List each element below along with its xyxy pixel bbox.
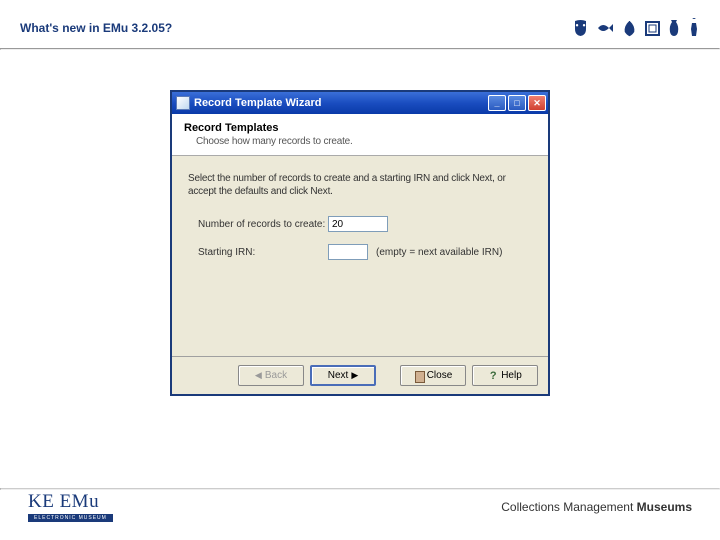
starting-irn-input[interactable] (328, 244, 368, 260)
starting-irn-row: Starting IRN: (empty = next available IR… (188, 244, 532, 260)
wizard-window: Record Template Wizard _ □ ✕ Record Temp… (170, 90, 550, 396)
vase-icon (668, 19, 680, 37)
help-button-label: Help (501, 370, 522, 381)
door-icon (414, 370, 424, 382)
starting-irn-hint: (empty = next available IRN) (376, 247, 502, 258)
slide-title: What's new in EMu 3.2.05? (20, 21, 172, 35)
wizard-body: Select the number of records to create a… (172, 156, 548, 356)
wizard-section-title: Record Templates (184, 122, 536, 134)
mask-icon (573, 19, 588, 37)
num-records-label: Number of records to create: (198, 219, 328, 230)
back-button[interactable]: ◀ Back (238, 365, 304, 386)
maximize-button[interactable]: □ (508, 95, 526, 111)
wizard-footer: ◀ Back Next ▶ Close ? Help (172, 356, 548, 394)
num-records-input[interactable] (328, 216, 388, 232)
close-button[interactable]: Close (400, 365, 466, 386)
app-icon (176, 96, 190, 110)
slide-header: What's new in EMu 3.2.05? (0, 0, 720, 48)
button-spacer (382, 365, 394, 386)
next-button[interactable]: Next ▶ (310, 365, 376, 386)
close-button-label: Close (427, 370, 453, 381)
wizard-instructions: Select the number of records to create a… (188, 172, 532, 198)
back-arrow-icon: ◀ (255, 370, 262, 381)
footer-tagline: Collections Management Museums (501, 500, 692, 514)
footer-divider (0, 488, 720, 490)
footer-tagline-bold: Museums (637, 500, 692, 514)
titlebar-left: Record Template Wizard (176, 96, 321, 110)
statue-icon (688, 18, 700, 38)
slide-footer: KE EMu ELECTRONIC MUSEUM Collections Man… (0, 491, 720, 522)
fish-icon (596, 21, 614, 35)
footer-logo-main: KE EMu (28, 491, 99, 513)
next-arrow-icon: ▶ (351, 370, 358, 381)
next-button-label: Next (328, 370, 349, 381)
back-button-label: Back (265, 370, 287, 381)
footer-logo-sub: ELECTRONIC MUSEUM (28, 514, 113, 522)
footer-tagline-prefix: Collections Management (501, 500, 636, 514)
header-icon-row (573, 18, 700, 38)
window-title: Record Template Wizard (194, 97, 321, 109)
leaf-icon (622, 20, 637, 37)
wizard-header: Record Templates Choose how many records… (172, 114, 548, 156)
slide-content: Record Template Wizard _ □ ✕ Record Temp… (0, 50, 720, 396)
frame-icon (645, 20, 660, 37)
num-records-row: Number of records to create: (188, 216, 532, 232)
window-controls: _ □ ✕ (488, 95, 546, 111)
question-icon: ? (488, 370, 498, 382)
minimize-button[interactable]: _ (488, 95, 506, 111)
window-close-button[interactable]: ✕ (528, 95, 546, 111)
window-titlebar: Record Template Wizard _ □ ✕ (172, 92, 548, 114)
help-button[interactable]: ? Help (472, 365, 538, 386)
starting-irn-label: Starting IRN: (198, 247, 328, 258)
footer-logo: KE EMu ELECTRONIC MUSEUM (28, 491, 113, 522)
wizard-section-subtitle: Choose how many records to create. (184, 136, 536, 147)
